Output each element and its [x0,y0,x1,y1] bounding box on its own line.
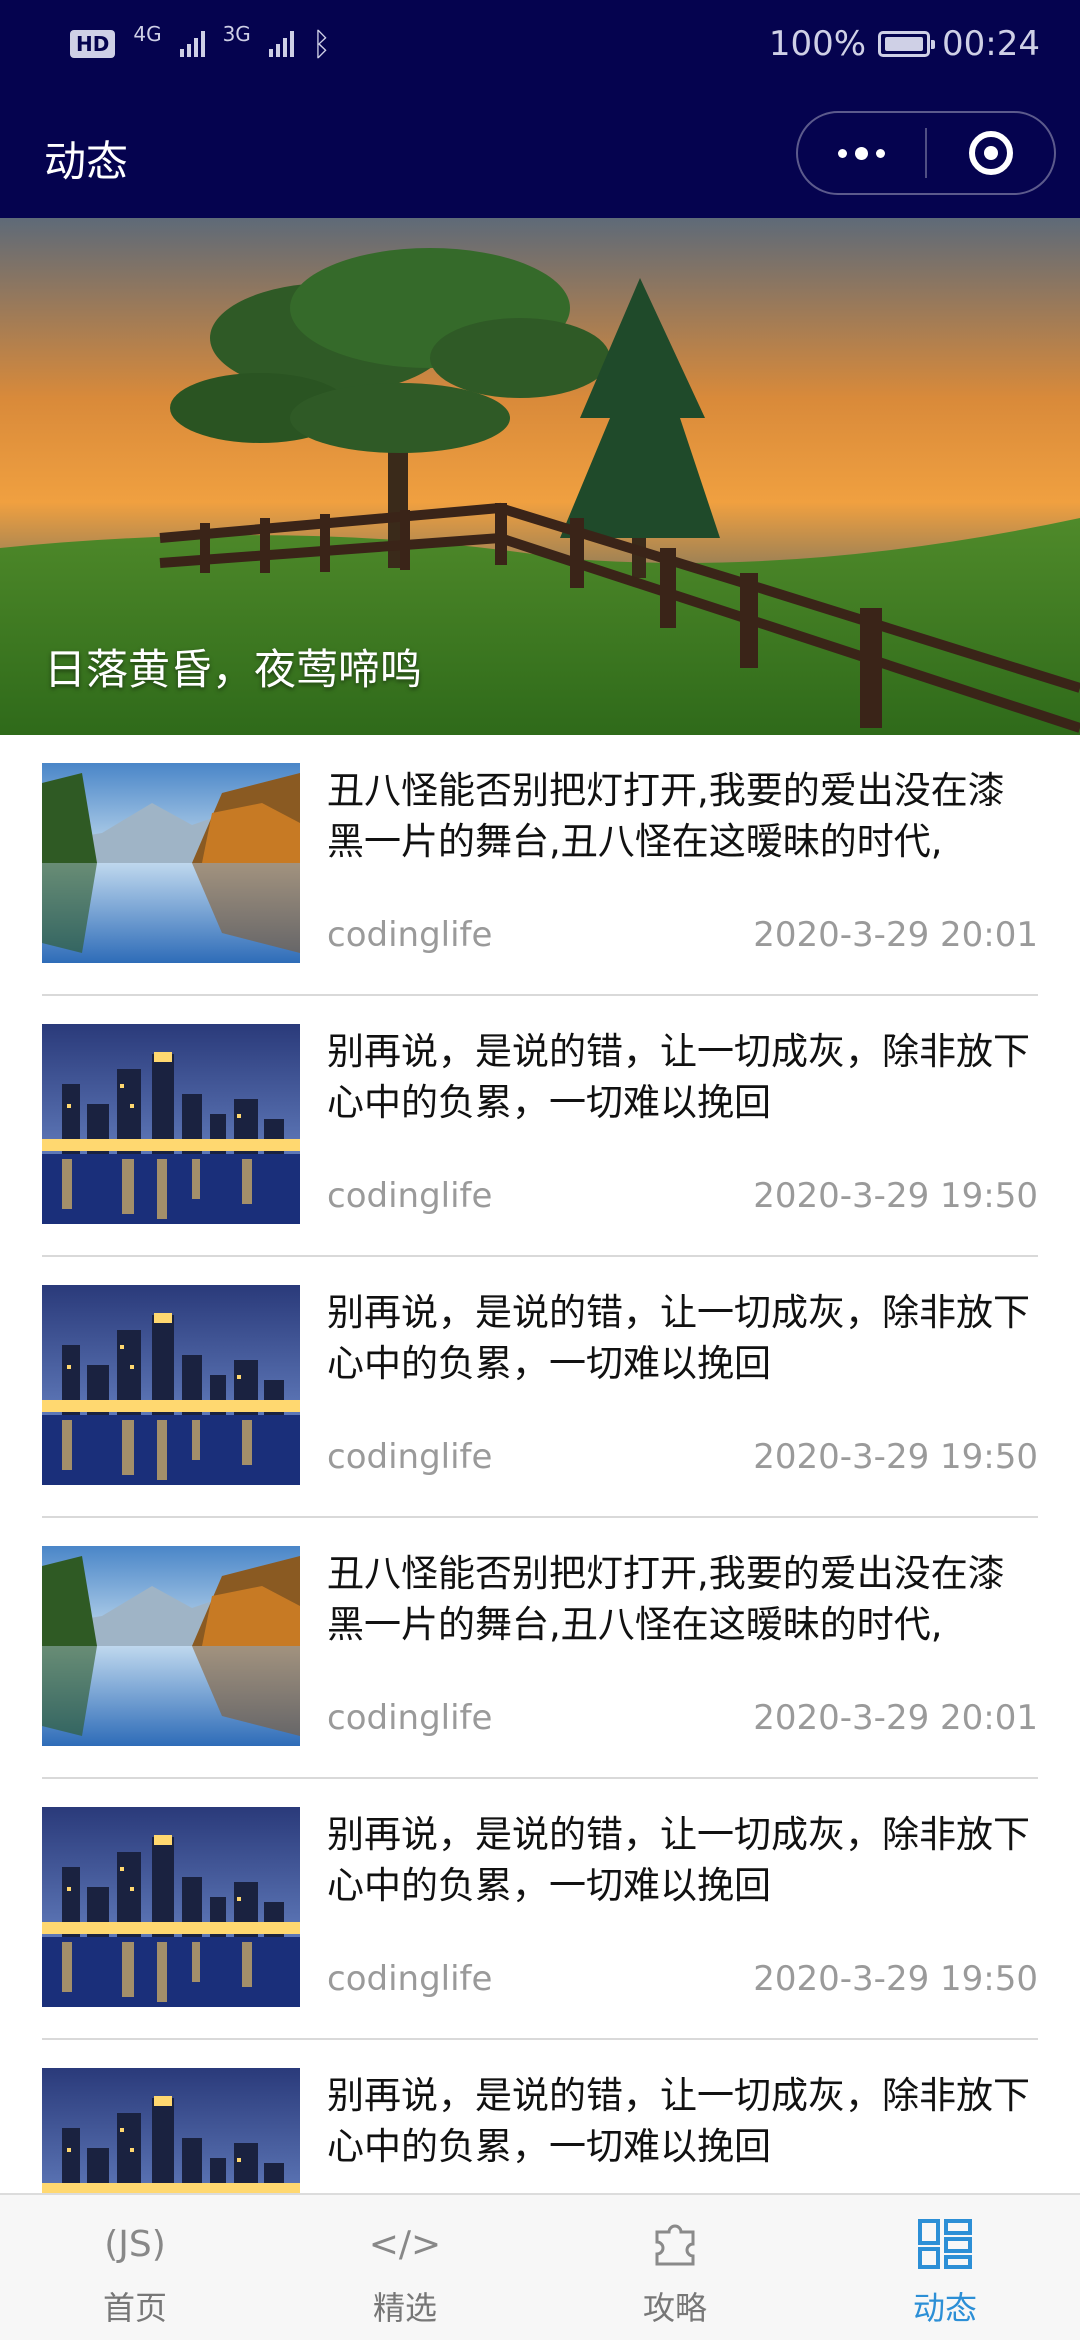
tab-label: 精选 [372,2289,437,2327]
code-icon: </> [368,2223,442,2265]
article-date: 2020-3-29 19:50 [753,1437,1038,1477]
thumbnail-city-image [42,1024,300,1224]
thumbnail-lake-image [42,763,300,963]
thumbnail-city-image [42,1807,300,2007]
battery-icon [878,31,936,57]
banner-caption: 日落黄昏，夜莺啼鸣 [44,645,423,694]
tab-guide[interactable]: 攻略 [540,2195,810,2342]
article-author: codinglife [327,1959,493,1999]
tab-home[interactable]: (JS) 首页 [0,2195,270,2342]
tab-moments[interactable]: 动态 [810,2195,1080,2342]
grid-icon [917,2215,973,2273]
article-item[interactable]: 别再说，是说的错，让一切成灰，除非放下心中的负累，一切难以挽回 codinglif… [42,1779,1038,2040]
status-time: 00:24 [942,24,1040,64]
tab-label: 攻略 [642,2289,707,2327]
hd-badge: HD [70,30,116,58]
tab-bar: (JS) 首页 </> 精选 攻略 动态 [0,2193,1080,2340]
tab-featured[interactable]: </> 精选 [270,2195,540,2342]
article-title: 别再说，是说的错，让一切成灰，除非放下心中的负累，一切难以挽回 [327,2074,1030,2168]
article-title: 丑八怪能否别把灯打开,我要的爱出没在漆黑一片的舞台,丑八怪在这暧昧的时代, [327,769,1005,863]
article-author: codinglife [327,915,493,955]
network-3g-label: 3G [222,22,251,46]
js-icon: (JS) [104,2223,166,2265]
more-button[interactable] [798,113,925,193]
tab-label: 首页 [102,2289,167,2327]
article-item[interactable]: 别再说，是说的错，让一切成灰，除非放下心中的负累，一切难以挽回 codinglif… [42,1257,1038,1518]
battery-percent: 100% [768,24,867,64]
close-button[interactable] [927,113,1054,193]
tab-label: 动态 [912,2289,977,2327]
signal-icon [179,31,205,57]
signal-icon [268,31,294,57]
puzzle-icon [649,2215,701,2273]
article-date: 2020-3-29 20:01 [753,915,1038,955]
article-author: codinglife [327,1698,493,1738]
thumbnail-lake-image [42,1546,300,1746]
article-item[interactable]: 丑八怪能否别把灯打开,我要的爱出没在漆黑一片的舞台,丑八怪在这暧昧的时代, cod… [42,735,1038,996]
article-title: 丑八怪能否别把灯打开,我要的爱出没在漆黑一片的舞台,丑八怪在这暧昧的时代, [327,1552,1005,1646]
bluetooth-icon: ᛒ [311,25,332,63]
status-left: HD 4G 3G ᛒ [70,22,332,63]
target-circle-icon [968,131,1013,175]
article-item[interactable]: 丑八怪能否别把灯打开,我要的爱出没在漆黑一片的舞台,丑八怪在这暧昧的时代, cod… [42,1518,1038,1779]
article-item[interactable]: 别再说，是说的错，让一切成灰，除非放下心中的负累，一切难以挽回 codinglif… [42,996,1038,1257]
article-date: 2020-3-29 20:01 [753,1698,1038,1738]
mini-program-capsule [796,111,1056,195]
more-dots-icon [838,146,885,160]
status-right: 100% 00:24 [769,24,1040,64]
network-4g-label: 4G [133,22,162,46]
page-title: 动态 [44,137,129,186]
article-date: 2020-3-29 19:50 [753,1176,1038,1216]
article-date: 2020-3-29 19:50 [753,1959,1038,1999]
banner-swiper[interactable]: 日落黄昏，夜莺啼鸣 [0,218,1080,735]
status-bar: HD 4G 3G ᛒ 100% 00:24 [0,0,1080,88]
article-title: 别再说，是说的错，让一切成灰，除非放下心中的负累，一切难以挽回 [327,1813,1030,1907]
nav-bar: 动态 [0,88,1080,218]
article-author: codinglife [327,1176,493,1216]
article-title: 别再说，是说的错，让一切成灰，除非放下心中的负累，一切难以挽回 [327,1030,1030,1124]
article-author: codinglife [327,1437,493,1477]
thumbnail-city-image [42,1285,300,1485]
article-title: 别再说，是说的错，让一切成灰，除非放下心中的负累，一切难以挽回 [327,1291,1030,1385]
